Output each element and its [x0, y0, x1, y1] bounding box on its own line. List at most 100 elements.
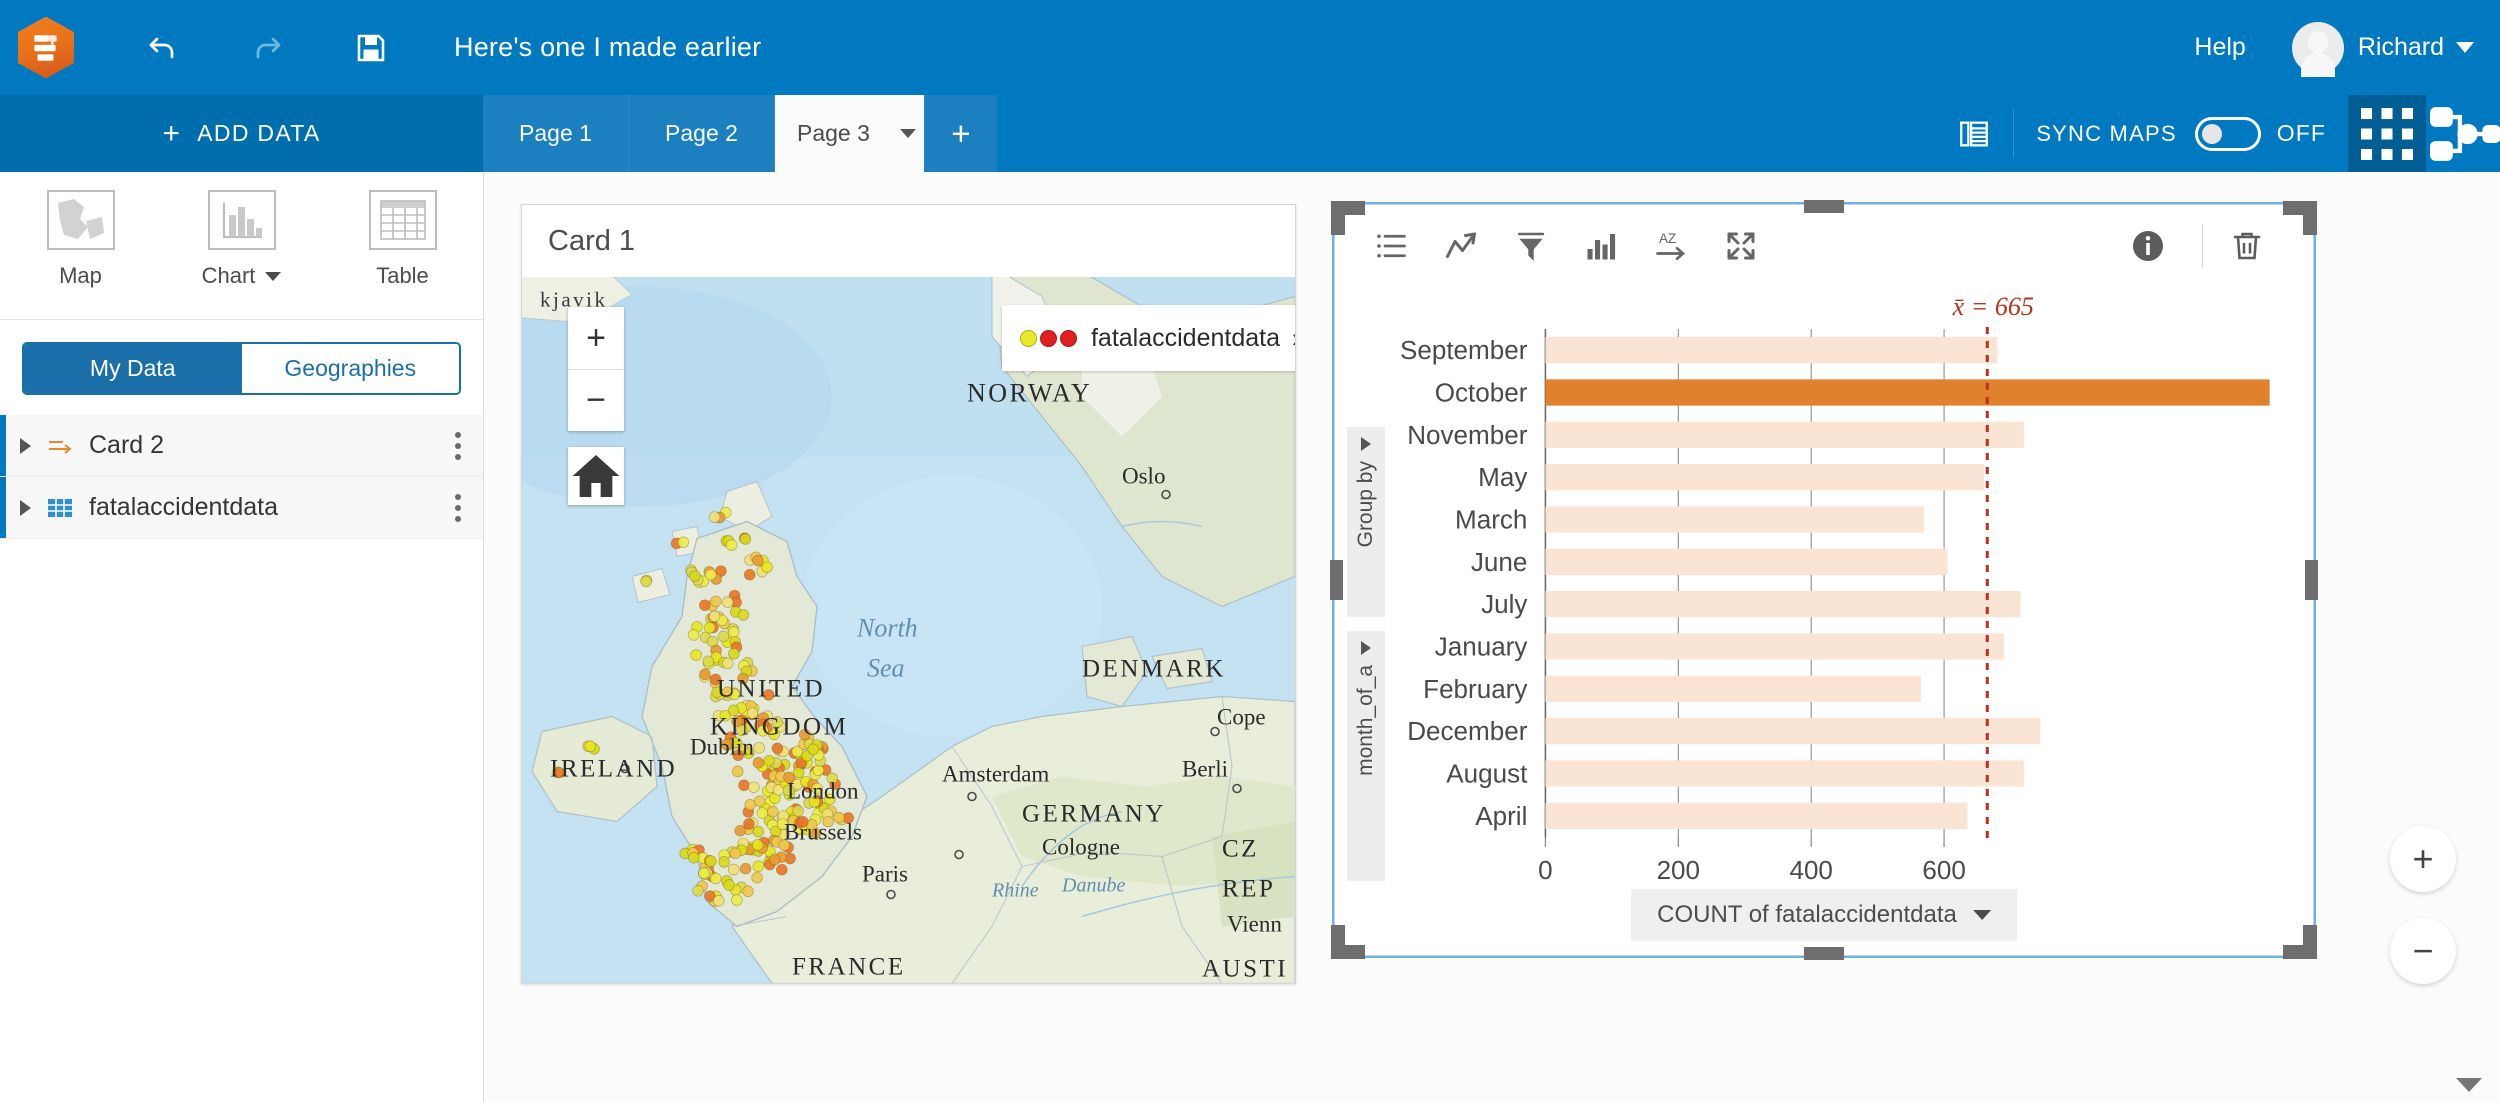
- group-by-tab[interactable]: Group by: [1347, 427, 1385, 617]
- add-page-button[interactable]: +: [924, 95, 997, 172]
- share-button[interactable]: [2426, 95, 2500, 172]
- svg-text:January: January: [1435, 632, 1528, 662]
- sync-maps-toggle[interactable]: [2194, 116, 2261, 151]
- map-legend[interactable]: fatalaccidentdata ›: [1001, 305, 1295, 371]
- info-icon[interactable]: [2118, 216, 2178, 276]
- undo-button[interactable]: [132, 17, 194, 79]
- bar-march: [1545, 506, 1925, 533]
- viz-type-row: Map Chart Table: [0, 172, 483, 320]
- svg-text:IRELAND: IRELAND: [550, 756, 677, 783]
- resize-handle-bottom-left-v[interactable]: [1331, 925, 1345, 959]
- avatar[interactable]: [2291, 21, 2344, 77]
- tab-page-3[interactable]: Page 3: [775, 95, 925, 172]
- chevron-down-icon[interactable]: [265, 271, 282, 281]
- resize-handle-top-right-v[interactable]: [2303, 201, 2317, 235]
- map-zoom-in-button[interactable]: +: [568, 307, 624, 369]
- svg-text:REP: REP: [1222, 876, 1275, 903]
- redo-button[interactable]: [236, 17, 298, 79]
- chart-card[interactable]: AZ September October November May March …: [1330, 200, 2318, 960]
- dataset-label: Card 2: [89, 431, 165, 459]
- resize-handle-left-center[interactable]: [1330, 560, 1343, 600]
- aggregation-label: COUNT of fatalaccidentdata: [1657, 901, 1957, 928]
- resize-handle-bottom-right-v[interactable]: [2303, 925, 2317, 959]
- help-link[interactable]: Help: [2194, 33, 2245, 62]
- canvas-zoom-out-button[interactable]: −: [2390, 918, 2456, 984]
- add-data-button[interactable]: + ADD DATA: [0, 95, 483, 172]
- bar-april: [1545, 802, 1968, 829]
- tab-label: Page 2: [665, 120, 738, 146]
- tab-geographies[interactable]: Geographies: [241, 344, 459, 393]
- svg-text:April: April: [1475, 801, 1527, 831]
- result-dataset-icon: [45, 433, 75, 459]
- save-button[interactable]: [340, 17, 402, 79]
- dataset-row-fatalaccidentdata[interactable]: fatalaccidentdata: [0, 477, 483, 539]
- table-thumb-icon: [368, 190, 437, 250]
- chevron-down-icon[interactable]: [2456, 42, 2474, 53]
- resize-handle-top-left-v[interactable]: [1331, 201, 1345, 235]
- apps-grid-button[interactable]: [2348, 95, 2426, 172]
- resize-handle-top-center[interactable]: [1804, 200, 1844, 213]
- map-zoom-controls[interactable]: + −: [568, 307, 624, 431]
- legend-swatches: [1019, 329, 1077, 347]
- filter-icon[interactable]: [1501, 216, 1561, 276]
- chart-type-icon[interactable]: [1571, 216, 1631, 276]
- group-by-label: Group by: [1354, 461, 1377, 548]
- trendline-icon[interactable]: [1431, 216, 1491, 276]
- bar-november: [1545, 421, 2024, 448]
- create-chart-button[interactable]: Chart: [161, 190, 322, 289]
- document-title[interactable]: Here's one I made earlier: [454, 32, 761, 63]
- map-card-title[interactable]: Card 1: [522, 205, 1295, 277]
- dataset-options-button[interactable]: [455, 431, 461, 460]
- expand-icon[interactable]: [1711, 216, 1771, 276]
- data-source-tabs: My Data Geographies: [0, 320, 483, 395]
- tab-page-1[interactable]: Page 1: [483, 95, 629, 172]
- expand-arrow-icon[interactable]: [20, 499, 31, 516]
- user-name[interactable]: Richard: [2358, 33, 2444, 62]
- map-zoom-out-button[interactable]: −: [568, 369, 624, 431]
- svg-text:400: 400: [1789, 855, 1832, 885]
- create-table-button[interactable]: Table: [322, 190, 483, 289]
- dataset-row-card-2[interactable]: Card 2: [0, 415, 483, 477]
- aggregation-button[interactable]: COUNT of fatalaccidentdata: [1631, 889, 2017, 941]
- map-home-button[interactable]: [568, 447, 624, 505]
- legend-icon[interactable]: [1361, 216, 1421, 276]
- map-body[interactable]: kjavik NORWAY Oslo North Sea DENMARK Cope UNITE…: [522, 277, 1295, 983]
- sync-maps-control[interactable]: SYNC MAPS OFF: [2014, 95, 2348, 172]
- trash-icon[interactable]: [2217, 216, 2277, 276]
- svg-text:DENMARK: DENMARK: [1082, 656, 1226, 683]
- plus-icon: +: [162, 116, 182, 150]
- resize-handle-bottom-center[interactable]: [1804, 947, 1844, 960]
- resize-handle-right-center[interactable]: [2305, 560, 2318, 600]
- field-label: month_of_a: [1354, 665, 1377, 776]
- svg-text:600: 600: [1922, 855, 1965, 885]
- svg-text:March: March: [1455, 505, 1527, 535]
- tab-my-data[interactable]: My Data: [24, 344, 242, 393]
- field-tab[interactable]: month_of_a: [1347, 631, 1385, 881]
- page-layout-button[interactable]: [1935, 95, 2013, 172]
- svg-text:September: September: [1400, 335, 1528, 365]
- dataset-options-button[interactable]: [455, 493, 461, 522]
- tab-label: Page 3: [797, 120, 870, 146]
- svg-text:Sea: Sea: [867, 654, 905, 683]
- chart-area[interactable]: September October November May March June July…: [1335, 287, 2313, 955]
- map-card[interactable]: Card 1 kjavik NORWAY Oslo North Sea DENM…: [521, 204, 1296, 984]
- chevron-down-icon[interactable]: [899, 129, 916, 138]
- svg-text:November: November: [1407, 420, 1527, 450]
- sort-az-icon[interactable]: AZ: [1641, 216, 1701, 276]
- expand-arrow-icon[interactable]: [20, 437, 31, 454]
- divider: [2202, 224, 2203, 268]
- insights-logo[interactable]: [18, 16, 74, 79]
- bar-chart-svg[interactable]: September October November May March June July…: [1335, 287, 2313, 955]
- tab-page-2[interactable]: Page 2: [629, 95, 775, 172]
- scroll-down-caret-icon[interactable]: [2456, 1078, 2482, 1092]
- canvas-zoom-in-button[interactable]: +: [2390, 826, 2456, 892]
- chevron-right-icon[interactable]: ›: [1292, 323, 1295, 354]
- app-root: Here's one I made earlier Help Richard +…: [0, 0, 2500, 1102]
- top-bar: Here's one I made earlier Help Richard: [0, 0, 2500, 95]
- svg-text:May: May: [1478, 462, 1527, 492]
- create-map-button[interactable]: Map: [0, 190, 161, 289]
- svg-text:Cope: Cope: [1217, 705, 1266, 730]
- map-canvas-svg[interactable]: kjavikNORWAYOsloNorthSea DENMARKCopeUNITE…: [522, 277, 1295, 983]
- chart-label: Chart: [202, 263, 282, 289]
- bar-january: [1545, 633, 2004, 660]
